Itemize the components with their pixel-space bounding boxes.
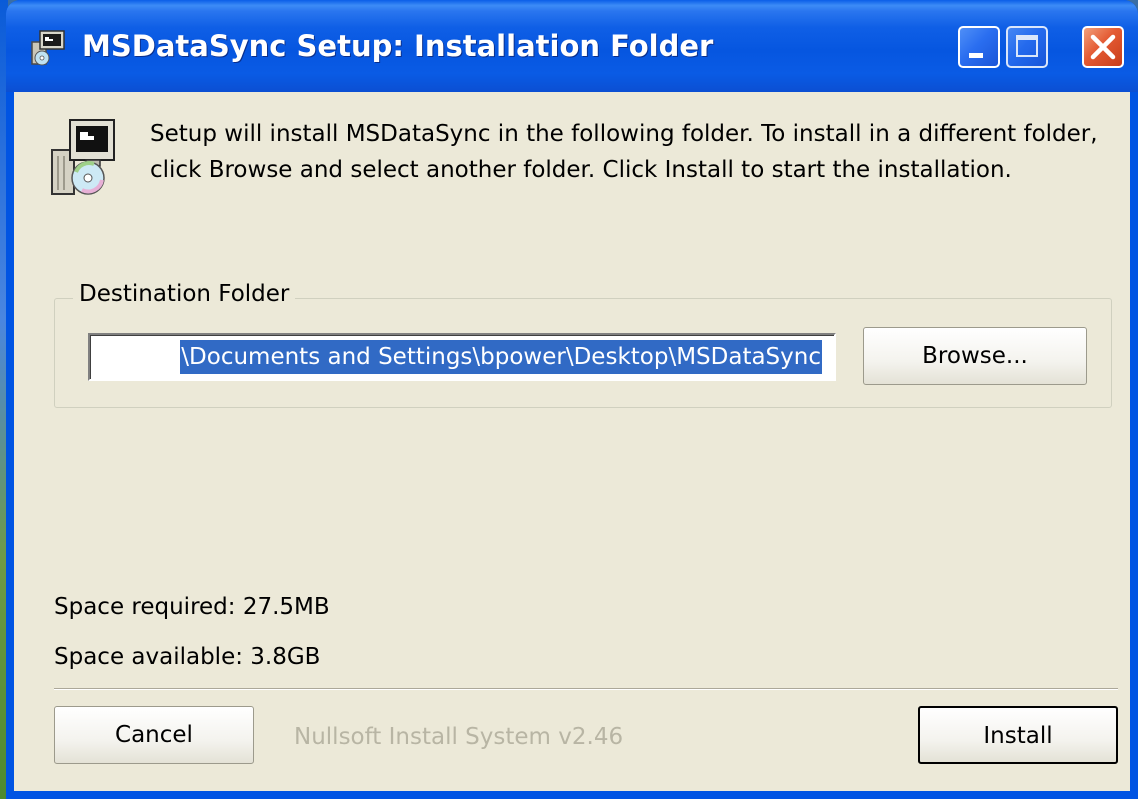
close-button[interactable] [1082,26,1124,68]
browse-button[interactable]: Browse... [863,327,1087,385]
destination-folder-legend: Destination Folder [73,281,296,307]
nsis-branding-label: Nullsoft Install System v2.46 [294,724,624,750]
maximize-icon [1016,35,1038,57]
install-button[interactable]: Install [918,706,1118,764]
destination-folder-value: \Documents and Settings\bpower\Desktop\M… [180,340,822,374]
minimize-icon [969,53,983,58]
destination-folder-input[interactable]: \Documents and Settings\bpower\Desktop\M… [88,333,836,381]
close-icon [1090,34,1116,60]
intro-text: Setup will install MSDataSync in the fol… [150,121,1098,183]
cancel-button[interactable]: Cancel [54,706,254,764]
maximize-button[interactable] [1006,26,1048,68]
space-required-label: Space required: 27.5MB [54,594,330,620]
title-bar[interactable]: MSDataSync Setup: Installation Folder [6,0,1138,92]
setup-package-icon [51,119,115,195]
destination-folder-group: Destination Folder \Documents and Settin… [54,281,1112,408]
window-title: MSDataSync Setup: Installation Folder [82,29,714,63]
dialog-body: Setup will install MSDataSync in the fol… [14,92,1130,791]
space-available-label: Space available: 3.8GB [54,644,321,670]
installer-app-icon [31,30,65,66]
installer-window: MSDataSync Setup: Installation Folder Se… [6,0,1138,799]
footer-divider [54,688,1118,690]
minimize-button[interactable] [958,26,1000,68]
